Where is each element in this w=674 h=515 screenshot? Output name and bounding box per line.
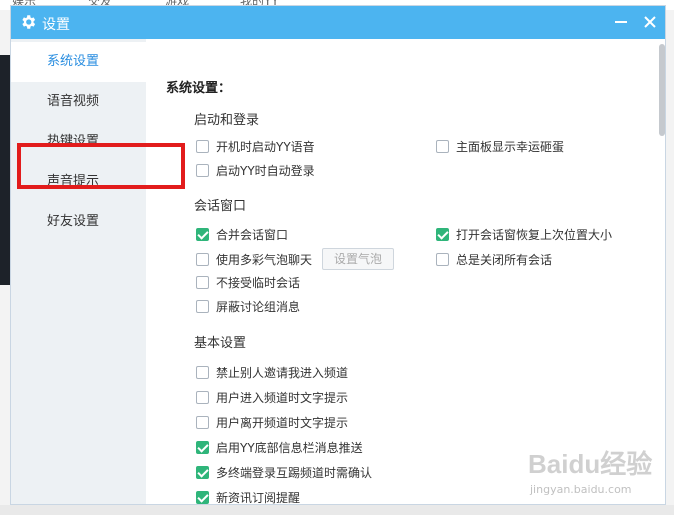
settings-dialog: 设置 系统设置 语音视频 热键设置 声音提示 好友设置 系统设置： 启动和登录 … (10, 5, 666, 505)
group-title-startup: 启动和登录 (194, 113, 260, 128)
checkbox-box[interactable] (196, 391, 209, 404)
checkbox-label: 用户离开频道时文字提示 (216, 416, 349, 430)
block-invite-checkbox[interactable]: 禁止别人邀请我进入频道 (196, 364, 348, 381)
autologin-checkbox[interactable]: 启动YY时自动登录 (196, 162, 315, 179)
bubble-chat-checkbox[interactable]: 使用多彩气泡聊天 (196, 251, 312, 268)
set-bubble-button[interactable]: 设置气泡 (322, 248, 394, 270)
no-temp-chat-checkbox[interactable]: 不接受临时会话 (196, 274, 300, 291)
watermark-main: Baidu经验 (528, 449, 653, 479)
section-title: 系统设置： (166, 81, 232, 96)
leave-hint-checkbox[interactable]: 用户离开频道时文字提示 (196, 414, 348, 431)
checkbox-box[interactable] (196, 491, 209, 504)
checkbox-box[interactable] (196, 416, 209, 429)
sidebar-item-friends[interactable]: 好友设置 (11, 202, 146, 242)
checkbox-label: 启动YY时自动登录 (216, 164, 315, 178)
highlight-annotation (17, 143, 185, 189)
sidebar-item-voice-video[interactable]: 语音视频 (11, 82, 146, 122)
restore-position-checkbox[interactable]: 打开会话窗恢复上次位置大小 (436, 226, 612, 243)
enter-hint-checkbox[interactable]: 用户进入频道时文字提示 (196, 389, 348, 406)
checkbox-box[interactable] (196, 466, 209, 479)
checkbox-label: 屏蔽讨论组消息 (216, 300, 301, 314)
checkbox-box[interactable] (196, 300, 209, 313)
checkbox-box[interactable] (436, 228, 449, 241)
watermark-sub: jingyan.baidu.com (530, 483, 632, 496)
checkbox-box[interactable] (196, 441, 209, 454)
autostart-checkbox[interactable]: 开机时启动YY语音 (196, 138, 315, 155)
close-icon[interactable] (639, 11, 661, 33)
merge-windows-checkbox[interactable]: 合并会话窗口 (196, 226, 288, 243)
checkbox-label: 用户进入频道时文字提示 (216, 391, 349, 405)
checkbox-label: 总是关闭所有会话 (456, 253, 553, 267)
checkbox-label: 启用YY底部信息栏消息推送 (216, 441, 363, 455)
checkbox-label: 多终端登录互踢频道时需确认 (216, 466, 373, 480)
group-title-chat-window: 会话窗口 (194, 199, 247, 214)
sidebar-item-system[interactable]: 系统设置 (11, 42, 146, 82)
checkbox-label: 禁止别人邀请我进入频道 (216, 366, 349, 380)
background-image-strip (0, 55, 10, 285)
checkbox-box[interactable] (196, 253, 209, 266)
checkbox-label: 使用多彩气泡聊天 (216, 253, 313, 267)
subscribe-reminder-checkbox[interactable]: 新资讯订阅提醒 (196, 489, 301, 505)
checkbox-label: 主面板显示幸运砸蛋 (456, 140, 565, 154)
checkbox-label: 打开会话窗恢复上次位置大小 (456, 228, 613, 242)
checkbox-label: 合并会话窗口 (216, 228, 289, 242)
close-all-checkbox[interactable]: 总是关闭所有会话 (436, 251, 552, 268)
kick-confirm-checkbox[interactable]: 多终端登录互踢频道时需确认 (196, 464, 372, 481)
checkbox-label: 新资讯订阅提醒 (216, 491, 301, 505)
checkbox-label: 开机时启动YY语音 (216, 140, 315, 154)
checkbox-label: 不接受临时会话 (216, 276, 301, 290)
lucky-egg-checkbox[interactable]: 主面板显示幸运砸蛋 (436, 138, 564, 155)
dialog-titlebar[interactable]: 设置 (11, 6, 665, 39)
checkbox-box[interactable] (436, 140, 449, 153)
checkbox-box[interactable] (196, 140, 209, 153)
settings-content: 系统设置： 启动和登录 开机时启动YY语音 启动YY时自动登录 主面板显示幸运砸… (146, 39, 656, 505)
group-title-basic: 基本设置 (194, 336, 247, 351)
checkbox-box[interactable] (196, 164, 209, 177)
gear-icon (22, 15, 36, 29)
checkbox-box[interactable] (196, 366, 209, 379)
scrollbar-thumb[interactable] (659, 44, 665, 136)
baidu-watermark: Baidu经验 jingyan.baidu.com (510, 440, 670, 500)
checkbox-box[interactable] (196, 228, 209, 241)
settings-sidebar: 系统设置 语音视频 热键设置 声音提示 好友设置 (11, 39, 146, 504)
content-scrollbar[interactable] (656, 39, 665, 504)
checkbox-box[interactable] (196, 276, 209, 289)
block-group-msg-checkbox[interactable]: 屏蔽讨论组消息 (196, 298, 300, 315)
minimize-icon[interactable] (610, 11, 632, 33)
background-bottom (0, 505, 674, 515)
checkbox-box[interactable] (436, 253, 449, 266)
push-messages-checkbox[interactable]: 启用YY底部信息栏消息推送 (196, 439, 363, 456)
dialog-title: 设置 (42, 17, 70, 33)
